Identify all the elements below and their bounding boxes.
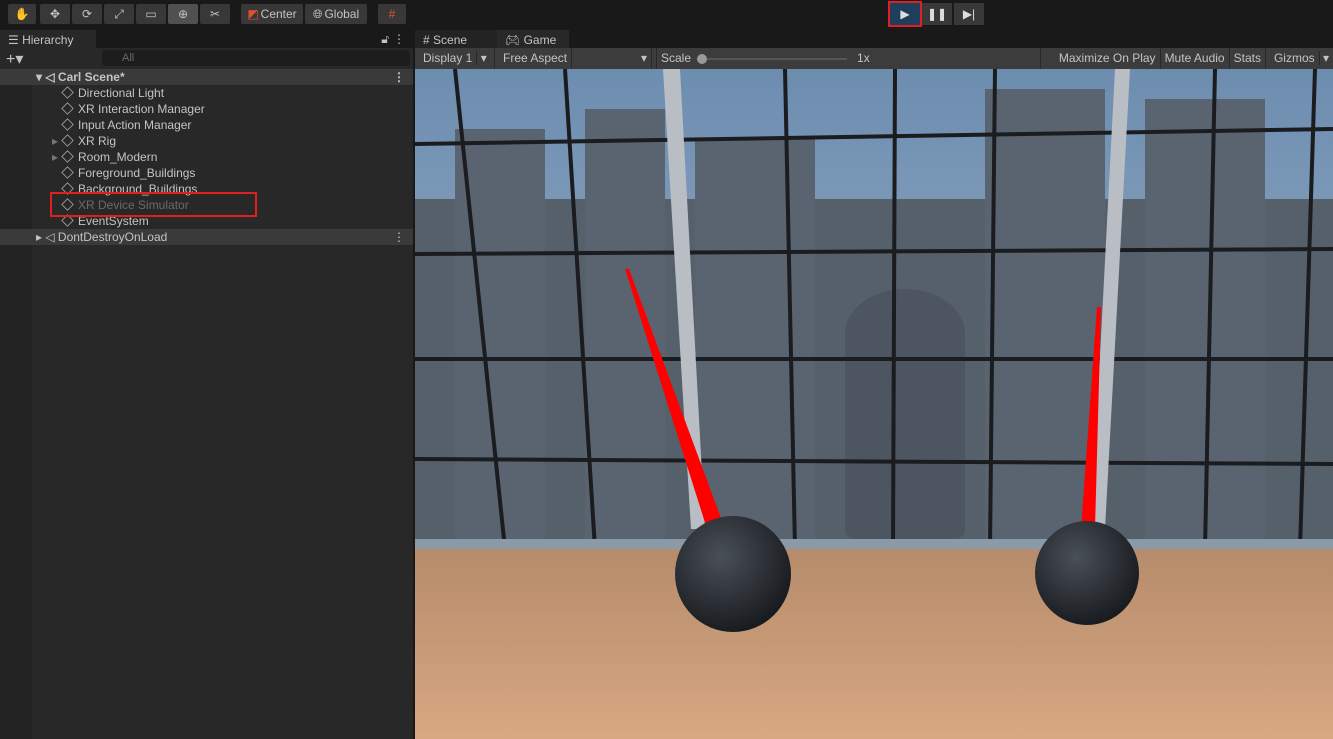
more-icon[interactable]: ⋮ xyxy=(393,32,405,46)
play-button[interactable]: ▶ xyxy=(888,1,922,27)
main-toolbar: ✋ ✥ ⟳ ⤢ ▭ ⊕ ✂ ◩ Center 🌐︎ Global # ▶ ❚❚ ▶| xyxy=(0,0,1333,30)
hierarchy-item[interactable]: XR Interaction Manager xyxy=(0,101,413,117)
tab-hierarchy[interactable]: ☰ Hierarchy xyxy=(0,30,96,48)
step-button[interactable]: ▶| xyxy=(954,3,984,25)
search-input[interactable]: All xyxy=(102,50,410,66)
stats-toggle[interactable]: Stats xyxy=(1230,48,1266,69)
pivot-center-button[interactable]: ◩ Center xyxy=(241,4,303,24)
scene-tab-label: Scene xyxy=(433,33,468,47)
pivot-label: Center xyxy=(260,7,297,21)
slider-thumb[interactable] xyxy=(697,53,708,64)
rotate-tool-icon[interactable]: ⟳ xyxy=(72,4,102,24)
right-controller-sphere xyxy=(1035,521,1139,625)
gizmos-label: Gizmos xyxy=(1269,51,1320,65)
move-tool-icon[interactable]: ✥ xyxy=(40,4,70,24)
hierarchy-item-label: Input Action Manager xyxy=(78,118,192,132)
hierarchy-tab-label: Hierarchy xyxy=(22,33,74,47)
snap-icon[interactable]: # xyxy=(378,4,406,24)
highlight-box xyxy=(50,192,257,217)
game-panel: # Scene 🎮︎ Game Display 1 ▾ Free Aspect ▾… xyxy=(415,30,1333,739)
lock-icon[interactable]: 🔓︎ xyxy=(381,32,389,47)
floor xyxy=(415,539,1333,739)
aspect-dropdown[interactable]: Free Aspect ▾ xyxy=(495,48,657,69)
gameobject-icon xyxy=(61,118,74,131)
maximize-toggle[interactable]: Maximize On Play xyxy=(1055,48,1161,69)
gameobject-icon xyxy=(61,134,74,147)
gameobject-icon xyxy=(61,166,74,179)
tab-scene[interactable]: # Scene xyxy=(415,30,497,48)
slider-track xyxy=(707,57,848,60)
dontdestroy-label: DontDestroyOnLoad xyxy=(57,230,168,244)
aspect-label: Free Aspect xyxy=(499,48,573,69)
gizmos-dropdown[interactable]: Gizmos ▾ xyxy=(1266,48,1333,69)
left-controller-sphere xyxy=(675,516,791,632)
hierarchy-item-label: Foreground_Buildings xyxy=(78,166,196,180)
hierarchy-item[interactable]: Input Action Manager xyxy=(0,117,413,133)
game-viewport[interactable] xyxy=(415,69,1333,739)
game-tab-label: Game xyxy=(523,33,557,47)
tab-game[interactable]: 🎮︎ Game xyxy=(497,30,569,48)
dontdestroy-row[interactable]: ▸ ◁ DontDestroyOnLoad ⋮ xyxy=(0,229,413,245)
scale-slider[interactable]: Scale 1x xyxy=(657,48,1041,69)
hierarchy-item-label: Room_Modern xyxy=(78,150,158,164)
add-button[interactable]: +▾ xyxy=(6,49,23,69)
expand-arrow-icon[interactable]: ▸ xyxy=(0,149,62,165)
transform-tool-icon[interactable]: ⊕ xyxy=(168,4,198,24)
expand-arrow-icon[interactable]: ▸ xyxy=(0,133,62,149)
hierarchy-item-label: Directional Light xyxy=(78,86,165,100)
hierarchy-item-label: XR Interaction Manager xyxy=(78,102,205,116)
display-dropdown[interactable]: Display 1 ▾ xyxy=(415,48,495,69)
pivot-global-button[interactable]: 🌐︎ Global xyxy=(305,4,367,24)
gameobject-icon xyxy=(61,102,74,115)
mute-toggle[interactable]: Mute Audio xyxy=(1161,48,1230,69)
scene-label: Carl Scene* xyxy=(57,70,125,84)
scale-value: 1x xyxy=(857,51,870,65)
hand-tool-icon[interactable]: ✋ xyxy=(8,4,36,24)
hierarchy-item[interactable]: Directional Light xyxy=(0,85,413,101)
hierarchy-item-label: XR Rig xyxy=(78,134,117,148)
space-label: Global xyxy=(324,7,360,21)
hierarchy-item[interactable]: ▸ Room_Modern xyxy=(0,149,413,165)
custom-tool-icon[interactable]: ✂ xyxy=(200,4,230,24)
gameobject-icon xyxy=(61,86,74,99)
hierarchy-item[interactable]: ▸ XR Rig xyxy=(0,133,413,149)
scale-label: Scale xyxy=(661,51,692,65)
display-label: Display 1 xyxy=(419,51,478,65)
hierarchy-panel: ☰ Hierarchy 🔓︎ ⋮ +▾ All ▾ ◁ Carl Scene* ⋮ … xyxy=(0,30,413,739)
rect-tool-icon[interactable]: ▭ xyxy=(136,4,166,24)
hierarchy-item[interactable]: Foreground_Buildings xyxy=(0,165,413,181)
scale-tool-icon[interactable]: ⤢ xyxy=(104,4,134,24)
scene-row[interactable]: ▾ ◁ Carl Scene* ⋮ xyxy=(0,69,413,85)
gameobject-icon xyxy=(61,150,74,163)
pause-button[interactable]: ❚❚ xyxy=(922,3,952,25)
